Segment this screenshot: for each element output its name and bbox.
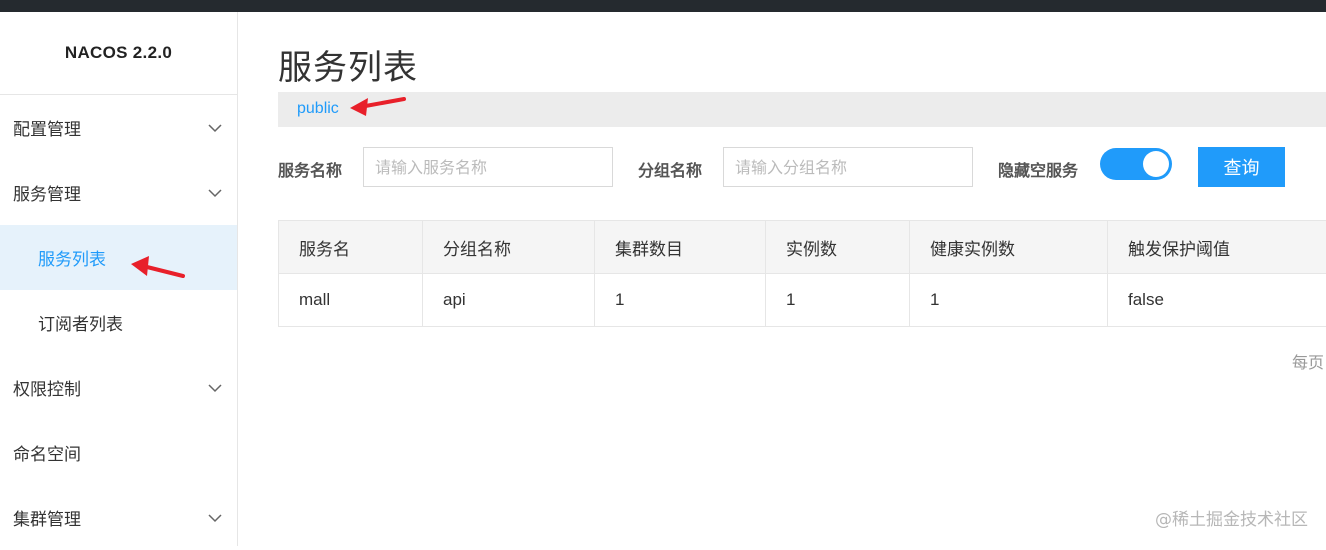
cell-group-name: api bbox=[423, 274, 595, 327]
sidebar-item-label: 服务管理 bbox=[13, 180, 81, 205]
column-header-healthy-instance-count: 健康实例数 bbox=[910, 221, 1108, 274]
cell-instance-count: 1 bbox=[766, 274, 910, 327]
chevron-down-icon bbox=[207, 510, 223, 526]
sidebar-item-label: 服务列表 bbox=[38, 245, 106, 270]
sidebar-item-label: 订阅者列表 bbox=[38, 310, 123, 335]
column-header-cluster-count: 集群数目 bbox=[595, 221, 766, 274]
table-header-row: 服务名 分组名称 集群数目 实例数 健康实例数 触发保护阈值 bbox=[279, 221, 1326, 274]
column-header-group-name: 分组名称 bbox=[423, 221, 595, 274]
sidebar: NACOS 2.2.0 配置管理 服务管理 服务列表 订阅者列表 权限控制 命名… bbox=[0, 12, 238, 546]
per-page-label: 每页 bbox=[1292, 349, 1324, 373]
cell-cluster-count: 1 bbox=[595, 274, 766, 327]
chevron-down-icon bbox=[207, 185, 223, 201]
sidebar-item-label: 配置管理 bbox=[13, 115, 81, 140]
toggle-knob bbox=[1143, 151, 1169, 177]
cell-service-name: mall bbox=[279, 274, 423, 327]
service-name-label: 服务名称 bbox=[278, 157, 342, 181]
column-header-instance-count: 实例数 bbox=[766, 221, 910, 274]
hide-empty-service-label: 隐藏空服务 bbox=[998, 157, 1078, 181]
sidebar-item-config-management[interactable]: 配置管理 bbox=[0, 95, 237, 160]
service-name-input[interactable] bbox=[363, 147, 613, 187]
namespace-bar: public bbox=[278, 92, 1326, 127]
namespace-link-public[interactable]: public bbox=[297, 100, 339, 118]
query-button[interactable]: 查询 bbox=[1198, 147, 1285, 187]
cell-healthy-instance-count: 1 bbox=[910, 274, 1108, 327]
sidebar-item-subscriber-list[interactable]: 订阅者列表 bbox=[0, 290, 237, 355]
service-table: 服务名 分组名称 集群数目 实例数 健康实例数 触发保护阈值 mall api … bbox=[278, 220, 1326, 327]
app-logo: NACOS 2.2.0 bbox=[0, 12, 237, 95]
chevron-down-icon bbox=[207, 120, 223, 136]
cell-protect-threshold: false bbox=[1108, 274, 1326, 327]
column-header-protect-threshold: 触发保护阈值 bbox=[1108, 221, 1326, 274]
group-name-input[interactable] bbox=[723, 147, 973, 187]
page-title: 服务列表 bbox=[278, 40, 418, 89]
table-row[interactable]: mall api 1 1 1 false bbox=[279, 274, 1326, 327]
top-bar bbox=[0, 0, 1326, 12]
sidebar-item-label: 权限控制 bbox=[13, 375, 81, 400]
group-name-label: 分组名称 bbox=[638, 157, 702, 181]
sidebar-item-service-management[interactable]: 服务管理 bbox=[0, 160, 237, 225]
column-header-service-name: 服务名 bbox=[279, 221, 423, 274]
sidebar-item-namespace[interactable]: 命名空间 bbox=[0, 420, 237, 485]
sidebar-item-service-list[interactable]: 服务列表 bbox=[0, 225, 237, 290]
hide-empty-service-toggle[interactable] bbox=[1100, 148, 1172, 180]
watermark: @稀土掘金技术社区 bbox=[1155, 505, 1308, 530]
sidebar-item-access-control[interactable]: 权限控制 bbox=[0, 355, 237, 420]
main-content: 服务列表 public 服务名称 分组名称 隐藏空服务 查询 服务名 分组名称 … bbox=[238, 12, 1326, 546]
sidebar-item-label: 集群管理 bbox=[13, 505, 81, 530]
sidebar-item-cluster-management[interactable]: 集群管理 bbox=[0, 485, 237, 550]
chevron-down-icon bbox=[207, 380, 223, 396]
sidebar-item-label: 命名空间 bbox=[13, 440, 81, 465]
